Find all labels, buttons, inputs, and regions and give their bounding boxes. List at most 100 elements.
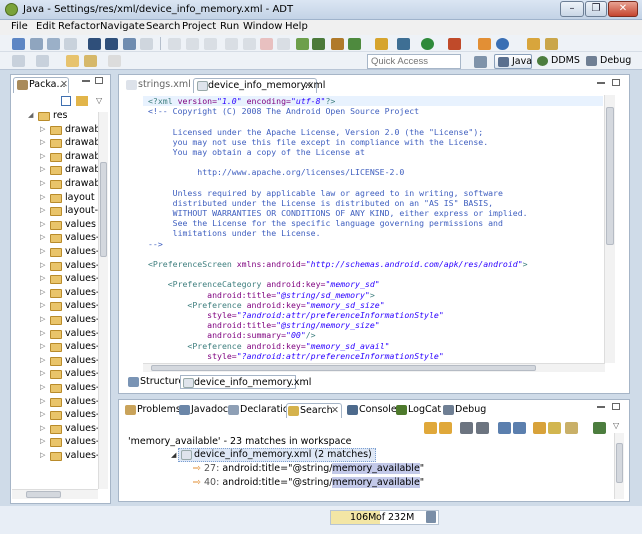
tree-item[interactable]: ▷ values- [40,232,99,245]
tree-item[interactable]: ▷ values- [40,260,99,273]
remove-match-icon[interactable] [460,422,473,434]
remove-all-icon[interactable] [476,422,489,434]
menu-search[interactable]: Search [146,21,180,32]
collapsed-arrow-icon[interactable]: ▷ [40,288,45,296]
collapsed-arrow-icon[interactable]: ▷ [40,397,45,405]
resume-disabled-icon[interactable] [225,38,238,50]
tree-item[interactable]: ◢ res [28,110,68,123]
tree-item[interactable]: ▷ values- [40,273,99,286]
tree-item[interactable]: ▷ values- [40,368,99,381]
tab-javadoc[interactable]: Javadoc [178,403,228,418]
tab-declaration[interactable]: Declaration [227,403,295,418]
debug-disabled-icon[interactable] [168,38,181,50]
open-perspective-icon[interactable] [474,56,487,68]
tree-item[interactable]: ▷ drawab [40,178,100,191]
restore-button[interactable]: ❐ [585,1,607,17]
tree-item[interactable]: ▷ values- [40,287,99,300]
minimize-view-icon[interactable] [82,80,90,82]
new-class-icon[interactable] [496,38,509,50]
prev-annotation-icon[interactable] [36,55,49,67]
maximize-panel-icon[interactable] [612,403,620,410]
pin-view-icon[interactable] [593,422,606,434]
collapsed-arrow-icon[interactable]: ▷ [40,206,45,214]
save-all-icon[interactable] [47,38,60,50]
tree-scroll-thumb[interactable] [100,162,107,257]
tab-source-xml[interactable]: device_info_memory.xml [180,375,311,389]
collapsed-arrow-icon[interactable]: ▷ [40,410,45,418]
collapsed-arrow-icon[interactable]: ▷ [40,138,45,146]
minimize-editor-icon[interactable] [597,82,605,84]
tab-structure[interactable]: Structure [127,375,184,389]
tree-horizontal-scrollbar[interactable] [12,489,98,499]
next-match-icon[interactable] [424,422,437,434]
search-match-row[interactable]: ⇨ 40: android:title="@string/memory_avai… [193,477,424,488]
import-icon[interactable] [88,38,101,50]
link-editor-icon[interactable] [76,96,88,106]
menu-edit[interactable]: Edit [36,21,55,32]
tree-item[interactable]: ▷ values- [40,436,99,449]
tree-item[interactable]: ▷ drawab [40,137,100,150]
collapsed-arrow-icon[interactable]: ▷ [40,152,45,160]
collapsed-arrow-icon[interactable]: ▷ [40,329,45,337]
collapsed-arrow-icon[interactable]: ▷ [40,356,45,364]
collapsed-arrow-icon[interactable]: ▷ [40,342,45,350]
tree-item[interactable]: ▷ values- [40,355,99,368]
expand-all-icon[interactable] [498,422,511,434]
collapse-all-icon[interactable] [61,96,71,106]
collapsed-arrow-icon[interactable]: ▷ [40,274,45,282]
perspective-debug[interactable]: Debug [583,54,631,69]
close-tab-icon[interactable]: ✕ [304,79,312,93]
maximize-view-icon[interactable] [95,77,103,84]
close-tab-icon[interactable]: ✕ [331,404,339,418]
menu-file[interactable]: File [11,21,28,32]
external-tools-icon[interactable] [448,38,461,50]
editor-scroll-thumb[interactable] [606,107,614,245]
step-over-icon[interactable] [204,38,217,50]
tree-item[interactable]: ▷ values- [40,341,99,354]
new-package-icon[interactable] [478,38,491,50]
avd-manager-icon[interactable] [312,38,325,50]
tab-problems[interactable]: Problems [124,403,181,418]
menu-help[interactable]: Help [285,21,308,32]
editor-vertical-scrollbar[interactable] [604,95,615,363]
back-icon[interactable] [84,55,97,67]
tab-logcat[interactable]: LogCat [395,403,441,418]
search-match-row[interactable]: ⇨ 27: android:title="@string/memory_avai… [193,463,424,474]
collapsed-arrow-icon[interactable]: ▷ [40,193,45,201]
tree-item[interactable]: ▷ values- [40,314,99,327]
view-menu-icon[interactable]: ▽ [96,96,102,105]
collapsed-arrow-icon[interactable]: ▷ [40,165,45,173]
search-file-result[interactable]: device_info_memory.xml (2 matches) [178,448,376,462]
collapsed-arrow-icon[interactable]: ▷ [40,233,45,241]
tree-item[interactable]: ▷ drawab [40,124,100,137]
maximize-editor-icon[interactable] [612,79,620,86]
perspective-java[interactable]: Java [494,54,532,69]
quick-access-input[interactable] [367,54,461,69]
tree-item[interactable]: ▷ values- [40,328,99,341]
tree-item[interactable]: ▷ drawab [40,164,100,177]
step-disabled-icon[interactable] [186,38,199,50]
results-vertical-scrollbar[interactable] [614,433,624,499]
new-project-icon[interactable] [375,38,388,50]
tree-item[interactable]: ▷ values- [40,382,99,395]
collapsed-arrow-icon[interactable]: ▷ [40,261,45,269]
run-search-again-icon[interactable] [533,422,546,434]
next-annotation-icon[interactable] [12,55,25,67]
collapsed-arrow-icon[interactable]: ▷ [40,125,45,133]
collapsed-arrow-icon[interactable]: ▷ [40,369,45,377]
tree-item[interactable]: ▷ layout- [40,205,98,218]
tree-item[interactable]: ▷ layout [40,192,95,205]
tree-vertical-scrollbar[interactable] [98,112,108,489]
tree-item[interactable]: ▷ values- [40,300,99,313]
tree-item[interactable]: ▷ values- [40,423,99,436]
menu-window[interactable]: Window [243,21,282,32]
perspective-ddms[interactable]: DDMS [534,54,580,69]
close-button[interactable]: ✕ [608,1,638,17]
search-tool-icon[interactable] [545,38,558,50]
refresh-icon[interactable] [123,38,136,50]
tree-hscroll-thumb[interactable] [26,491,61,498]
debug-icon[interactable] [397,38,410,50]
tree-item[interactable]: ▷ values- [40,246,99,259]
code-editor[interactable]: <?xml version="1.0" encoding="utf-8"?> <!… [148,96,603,361]
package-explorer-tab[interactable]: Packa... ✕ [13,77,69,93]
